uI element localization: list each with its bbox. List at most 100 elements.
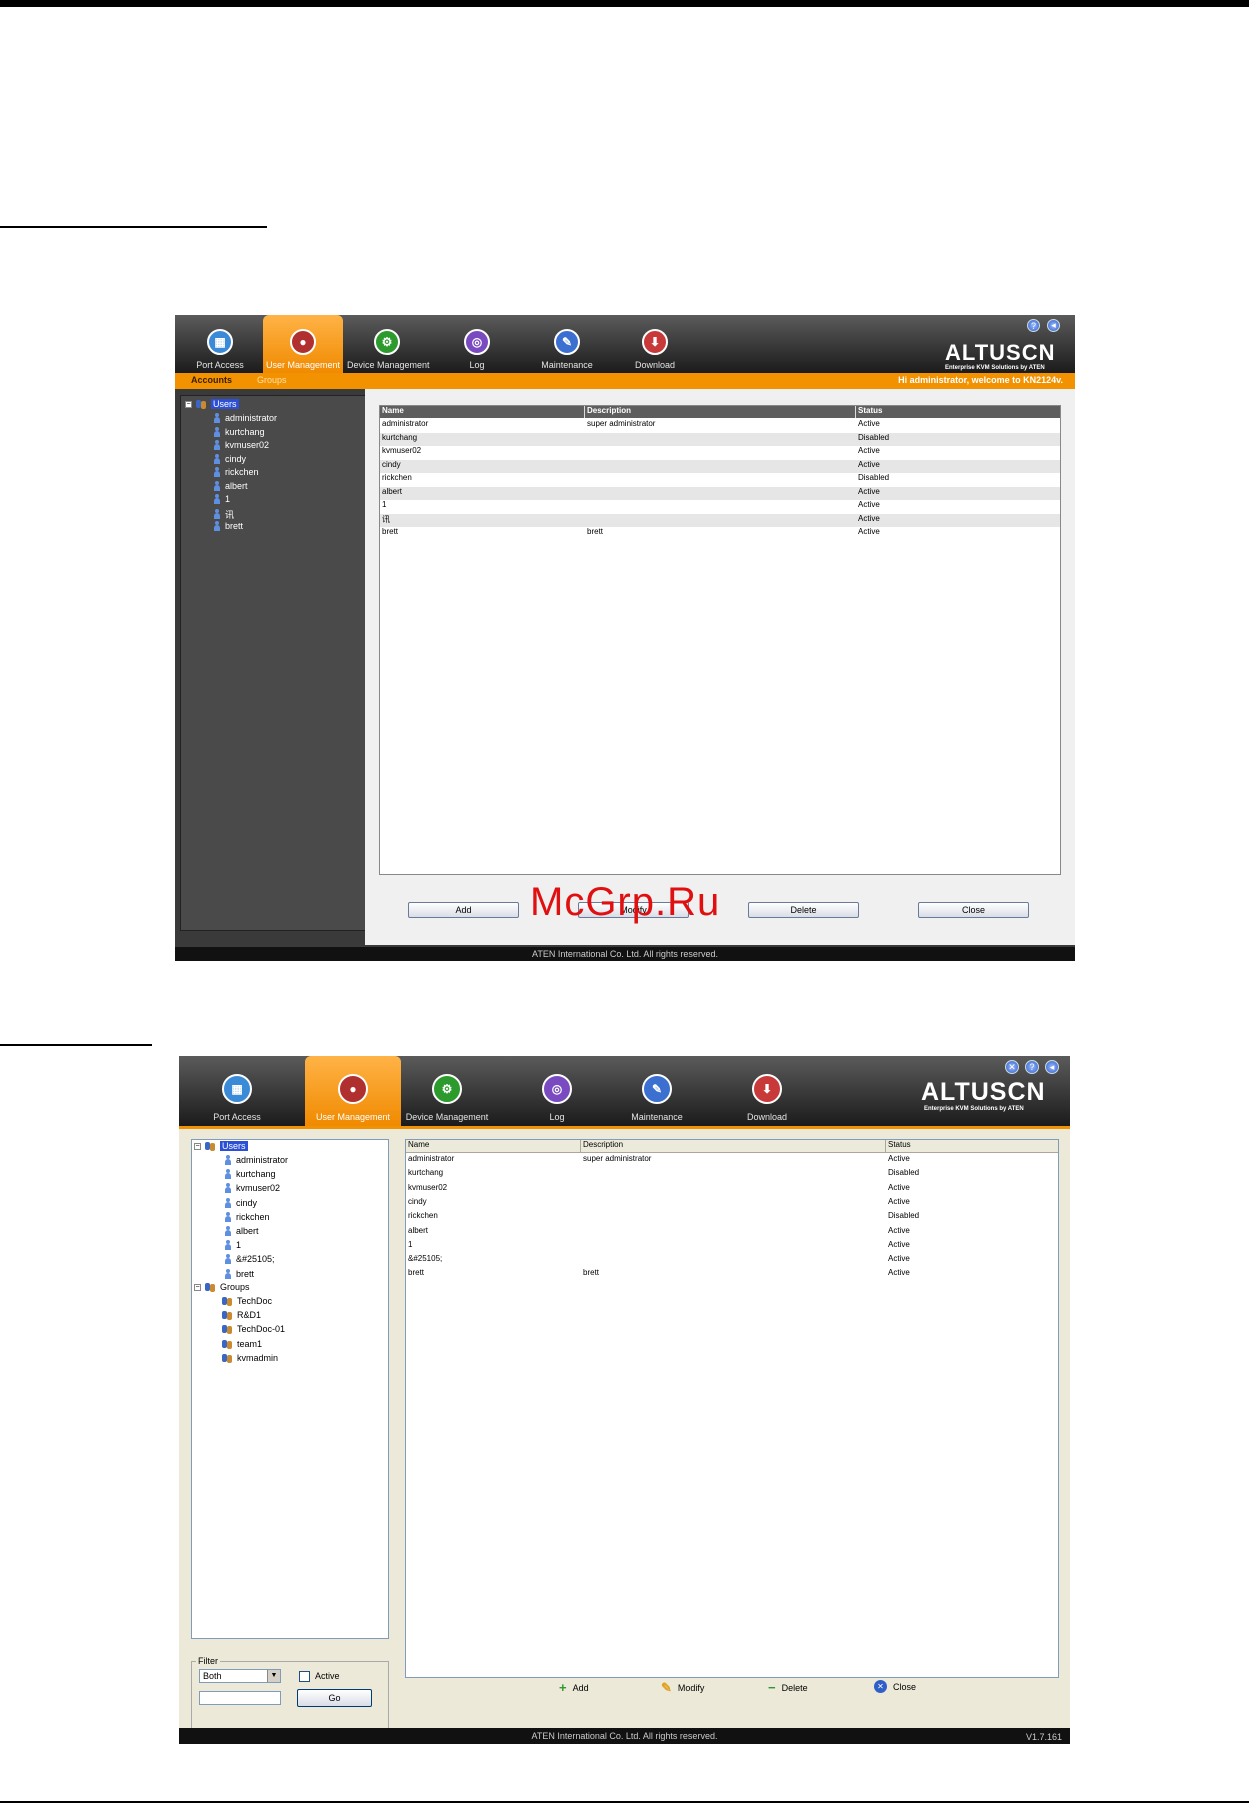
tree-item-user[interactable]: albert [224, 1226, 259, 1236]
tab-user-management[interactable]: ● User Management [263, 315, 343, 373]
table-row[interactable]: &#25105; Active [406, 1254, 1058, 1268]
col-header-description[interactable]: Description [581, 1140, 886, 1152]
table-row[interactable]: rickchen Disabled [406, 1211, 1058, 1225]
add-button[interactable]: Add [408, 902, 519, 918]
groups-folder-icon [205, 1282, 216, 1292]
tree-item-user[interactable]: administrator [213, 413, 277, 423]
close-button[interactable]: ✕ Close [874, 1680, 916, 1693]
table-row[interactable]: rickchen Disabled [380, 473, 1060, 487]
collapse-icon[interactable]: − [194, 1142, 201, 1150]
tree-item-user[interactable]: kurtchang [213, 426, 265, 437]
tab-download[interactable]: ⬇ Download [719, 1056, 815, 1126]
table-row[interactable]: cindy Active [380, 459, 1060, 473]
table-cell-name: kurtchang [382, 432, 418, 442]
table-row[interactable]: cindy Active [406, 1197, 1058, 1211]
table-row[interactable]: kvmuser02 Active [406, 1183, 1058, 1197]
tree-item-user[interactable]: 讯 [213, 508, 234, 521]
tree-root-users[interactable]: Users [220, 1141, 248, 1151]
col-header-description[interactable]: Description [585, 406, 856, 418]
collapse-icon[interactable]: − [194, 1283, 201, 1291]
tree-item-user[interactable]: brett [224, 1268, 254, 1279]
tree-item-user[interactable]: rickchen [213, 467, 259, 477]
table-row[interactable]: 讯 Active [380, 513, 1060, 527]
tab-port-access[interactable]: ▦ Port Access [189, 1056, 285, 1126]
table-row[interactable]: kvmuser02 Active [380, 446, 1060, 460]
tree-item-group[interactable]: TechDoc-01 [222, 1324, 286, 1335]
tree-item-user[interactable]: albert [213, 480, 248, 491]
tree-root-groups[interactable]: Groups [220, 1282, 250, 1292]
tab-download[interactable]: ⬇ Download [615, 315, 695, 373]
tree-item-label: 1 [225, 494, 231, 504]
user-icon [213, 494, 221, 504]
logout-icon[interactable]: ◂ [1045, 1060, 1059, 1074]
tree-item-user[interactable]: brett [213, 521, 243, 531]
tree-item-user[interactable]: 1 [213, 494, 230, 504]
col-header-name[interactable]: Name [406, 1140, 581, 1152]
minus-icon: − [768, 1680, 776, 1695]
tab-port-access[interactable]: ▦ Port Access [180, 315, 260, 373]
tree-item-user[interactable]: administrator [224, 1155, 288, 1165]
logout-icon[interactable]: ◂ [1047, 319, 1060, 332]
tree-item-user[interactable]: 1 [224, 1240, 241, 1251]
tree-item-group[interactable]: kvmadmin [222, 1353, 278, 1363]
subtab-groups[interactable]: Groups [257, 375, 287, 385]
tree-item-group[interactable]: TechDoc [222, 1296, 272, 1306]
table-row[interactable]: administrator super administrator Active [380, 419, 1060, 433]
subtab-accounts[interactable]: Accounts [191, 375, 232, 385]
help-icon[interactable]: ? [1025, 1060, 1039, 1074]
tree-item-user[interactable]: &#25105; [224, 1254, 275, 1265]
filter-text-input[interactable] [199, 1691, 281, 1705]
tree-root-users[interactable]: Users [211, 399, 239, 409]
table-row[interactable]: 1 Active [406, 1240, 1058, 1254]
col-header-name[interactable]: Name [380, 406, 585, 418]
tab-maintenance[interactable]: ✎ Maintenance [527, 315, 607, 373]
tab-label: Maintenance [631, 1112, 683, 1122]
tree-item-user[interactable]: cindy [213, 453, 246, 464]
sidebar-panel [180, 395, 366, 931]
tab-log[interactable]: ◎ Log [437, 315, 517, 373]
help-icon[interactable]: ? [1027, 319, 1040, 332]
table-row[interactable]: albert Active [380, 486, 1060, 500]
table-cell-name: administrator [408, 1154, 455, 1163]
plus-icon: + [559, 1680, 567, 1695]
tree-item-group[interactable]: R&D1 [222, 1310, 261, 1321]
tab-label: Log [549, 1112, 565, 1122]
tree-item-user[interactable]: kvmuser02 [224, 1183, 280, 1194]
go-button[interactable]: Go [297, 1689, 372, 1707]
modify-button[interactable]: ✎ Modify [661, 1680, 704, 1696]
tree-item-user[interactable]: cindy [224, 1197, 257, 1208]
col-header-status[interactable]: Status [856, 406, 1060, 418]
tab-device-management[interactable]: ⚙ Device Management [399, 1056, 495, 1126]
table-cell-name: &#25105; [408, 1254, 443, 1264]
altuscn-logo: ALTUSCN [921, 1078, 1046, 1106]
tab-user-management[interactable]: ● User Management [305, 1056, 401, 1126]
table-row[interactable]: kurtchang Disabled [380, 432, 1060, 446]
tree-item-label: TechDoc-01 [237, 1324, 286, 1335]
table-row[interactable]: albert Active [406, 1226, 1058, 1240]
delete-button[interactable]: − Delete [768, 1680, 808, 1695]
table-row[interactable]: brett brett Active [380, 527, 1060, 541]
tree-item-user[interactable]: kurtchang [224, 1169, 276, 1180]
tab-device-management[interactable]: ⚙ Device Management [347, 315, 430, 373]
close-button[interactable]: Close [918, 902, 1029, 918]
tree-item-user[interactable]: kvmuser02 [213, 440, 269, 450]
tab-maintenance[interactable]: ✎ Maintenance [609, 1056, 705, 1126]
table-row[interactable]: 1 Active [380, 500, 1060, 514]
filter-select[interactable]: Both ▼ [199, 1669, 281, 1683]
table-row[interactable]: kurtchang Disabled [406, 1168, 1058, 1182]
delete-button[interactable]: Delete [748, 902, 859, 918]
tree-item-user[interactable]: rickchen [224, 1211, 270, 1222]
col-header-status[interactable]: Status [886, 1140, 1058, 1152]
close-window-icon[interactable]: ✕ [1005, 1060, 1019, 1074]
add-button[interactable]: + Add [559, 1680, 589, 1695]
table-cell-name: rickchen [408, 1211, 438, 1221]
table-row[interactable]: brett brett Active [406, 1268, 1058, 1282]
active-checkbox[interactable] [299, 1671, 310, 1682]
delete-label: Delete [781, 1682, 808, 1693]
collapse-icon[interactable]: − [185, 400, 192, 408]
tree-item-group[interactable]: team1 [222, 1339, 262, 1349]
tree-item-label: administrator [225, 413, 278, 423]
chevron-down-icon[interactable]: ▼ [267, 1670, 280, 1682]
tab-log[interactable]: ◎ Log [509, 1056, 605, 1126]
table-row[interactable]: administrator super administrator Active [406, 1154, 1058, 1168]
